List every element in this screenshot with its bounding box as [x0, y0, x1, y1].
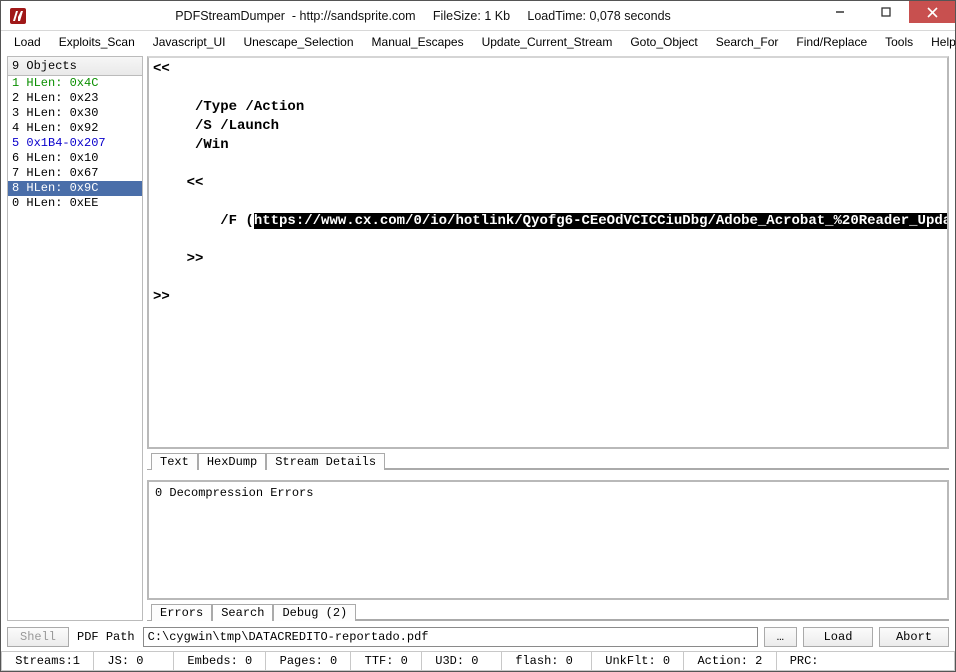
object-row[interactable]: 5 0x1B4-0x207: [8, 136, 142, 151]
abort-button[interactable]: Abort: [879, 627, 949, 647]
status-segment: Streams:1: [1, 652, 94, 671]
window-controls: [817, 1, 955, 30]
status-segment: flash: 0: [502, 652, 592, 671]
menu-exploits-scan[interactable]: Exploits_Scan: [50, 33, 144, 51]
status-segment: TTF: 0: [351, 652, 422, 671]
content-panel: << /Type /Action /S /Launch /Win << /F (…: [147, 56, 949, 621]
objects-panel: 9 Objects 1 HLen: 0x4C2 HLen: 0x233 HLen…: [7, 56, 143, 621]
titlebar: PDFStreamDumper - http://sandsprite.com …: [1, 1, 955, 31]
path-row: Shell PDF Path … Load Abort: [7, 627, 949, 647]
upper-area: 9 Objects 1 HLen: 0x4C2 HLen: 0x233 HLen…: [7, 56, 949, 621]
menu-update-current-stream[interactable]: Update_Current_Stream: [473, 33, 622, 51]
status-segment: JS: 0: [94, 652, 174, 671]
object-row[interactable]: 7 HLen: 0x67: [8, 166, 142, 181]
lower-tabs: Errors Search Debug (2): [147, 599, 949, 621]
window-title: PDFStreamDumper - http://sandsprite.com …: [29, 9, 817, 23]
menu-goto-object[interactable]: Goto_Object: [621, 33, 706, 51]
tab-hexdump[interactable]: HexDump: [198, 453, 266, 470]
menu-tools[interactable]: Tools: [876, 33, 922, 51]
object-row[interactable]: 4 HLen: 0x92: [8, 121, 142, 136]
status-segment: Embeds: 0: [174, 652, 266, 671]
objects-header[interactable]: 9 Objects: [7, 56, 143, 76]
menu-load[interactable]: Load: [5, 33, 50, 51]
object-row[interactable]: 6 HLen: 0x10: [8, 151, 142, 166]
menu-unescape-selection[interactable]: Unescape_Selection: [234, 33, 362, 51]
close-button[interactable]: [909, 1, 955, 23]
tab-stream-details[interactable]: Stream Details: [266, 453, 385, 470]
stream-text[interactable]: << /Type /Action /S /Launch /Win << /F (…: [151, 60, 945, 307]
app-icon: [7, 5, 29, 27]
lower-area: 0 Decompression Errors Errors Search Deb…: [147, 480, 949, 621]
stream-highlight: https://www.cx.com/0/io/hotlink/Qyofg6-C…: [254, 213, 949, 229]
tab-debug[interactable]: Debug (2): [273, 604, 356, 621]
load-button[interactable]: Load: [803, 627, 873, 647]
status-segment: U3D: 0: [422, 652, 502, 671]
minimize-button[interactable]: [817, 1, 863, 23]
status-segment: Pages: 0: [266, 652, 351, 671]
main-tabs: Text HexDump Stream Details: [147, 448, 949, 470]
status-segment: PRC:: [777, 652, 956, 671]
status-segment: Action: 2: [684, 652, 776, 671]
app-body: 9 Objects 1 HLen: 0x4C2 HLen: 0x233 HLen…: [1, 53, 955, 651]
tab-text[interactable]: Text: [151, 453, 198, 470]
object-row[interactable]: 8 HLen: 0x9C: [8, 181, 142, 196]
statusbar: Streams:1 JS: 0 Embeds: 0 Pages: 0 TTF: …: [1, 651, 955, 671]
path-input[interactable]: [143, 627, 758, 647]
menu-search-for[interactable]: Search_For: [707, 33, 788, 51]
stream-text-area[interactable]: << /Type /Action /S /Launch /Win << /F (…: [147, 56, 949, 449]
menu-help-videos[interactable]: Help_Videos: [922, 33, 956, 51]
stream-pre: << /Type /Action /S /Launch /Win << /F (: [153, 61, 304, 229]
tab-errors[interactable]: Errors: [151, 604, 212, 621]
errors-box[interactable]: 0 Decompression Errors: [147, 480, 949, 600]
object-row[interactable]: 0 HLen: 0xEE: [8, 196, 142, 211]
tab-search[interactable]: Search: [212, 604, 273, 621]
shell-button[interactable]: Shell: [7, 627, 69, 647]
object-row[interactable]: 1 HLen: 0x4C: [8, 76, 142, 91]
menu-javascript-ui[interactable]: Javascript_UI: [144, 33, 235, 51]
tab-fill-lower: [356, 619, 949, 620]
status-segment: UnkFlt: 0: [592, 652, 684, 671]
objects-list[interactable]: 1 HLen: 0x4C2 HLen: 0x233 HLen: 0x304 HL…: [7, 76, 143, 621]
menu-manual-escapes[interactable]: Manual_Escapes: [363, 33, 473, 51]
menubar: Load Exploits_Scan Javascript_UI Unescap…: [1, 31, 955, 53]
menu-find-replace[interactable]: Find/Replace: [787, 33, 876, 51]
browse-button[interactable]: …: [764, 627, 797, 647]
tab-fill: [385, 468, 949, 469]
object-row[interactable]: 2 HLen: 0x23: [8, 91, 142, 106]
object-row[interactable]: 3 HLen: 0x30: [8, 106, 142, 121]
path-label: PDF Path: [75, 630, 137, 644]
maximize-button[interactable]: [863, 1, 909, 23]
